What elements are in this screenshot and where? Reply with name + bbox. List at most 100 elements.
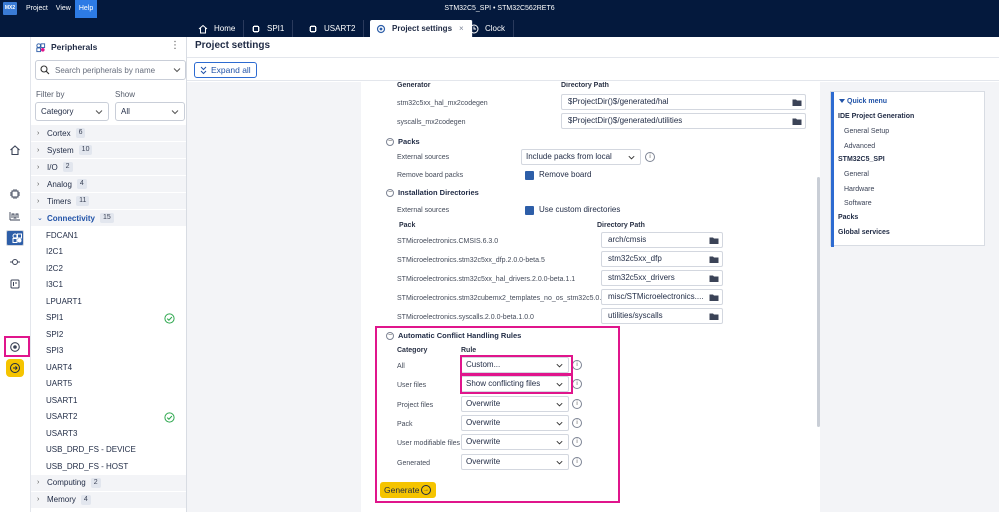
folder-icon[interactable]: [792, 117, 802, 126]
quick-menu-accent: [831, 92, 834, 247]
pack-directory-input[interactable]: arch/cmsis: [601, 232, 723, 248]
peripheral-item-usart2[interactable]: USART2: [31, 409, 186, 426]
folder-icon[interactable]: [709, 293, 719, 302]
category-connectivity[interactable]: ⌄ Connectivity 15: [31, 210, 186, 227]
custom-directories-label: Use custom directories: [539, 205, 621, 214]
settings-icon: [375, 23, 386, 34]
peripheral-item-uart4[interactable]: UART4: [31, 359, 186, 376]
info-icon[interactable]: i: [645, 152, 655, 162]
category-cortex[interactable]: › Cortex 6: [31, 125, 186, 142]
tab-clock[interactable]: Clock: [463, 20, 515, 37]
generate-rail-button[interactable]: [6, 359, 24, 377]
peripheral-item-i2c1[interactable]: I2C1: [31, 244, 186, 261]
quick-menu-packs[interactable]: Packs: [838, 214, 858, 221]
analyzer-rail-button[interactable]: [6, 207, 24, 225]
home-icon: [10, 145, 20, 156]
category-computing[interactable]: › Computing 2: [31, 474, 186, 492]
remove-board-packs-label: Remove board packs: [397, 172, 464, 179]
quick-menu-advanced[interactable]: Advanced: [844, 143, 875, 150]
pack-directory-input[interactable]: misc/STMicroelectronics....: [601, 289, 723, 305]
peripheral-item-i2c2[interactable]: I2C2: [31, 260, 186, 277]
search-input[interactable]: Search peripherals by name: [35, 60, 186, 80]
connector-icon: [10, 259, 20, 265]
quick-menu-hardware[interactable]: Hardware: [844, 186, 874, 193]
pack-directory-input[interactable]: stm32c5xx_drivers: [601, 270, 723, 286]
folder-icon[interactable]: [709, 236, 719, 245]
peripheral-item-usb-device[interactable]: USB_DRD_FS - DEVICE: [31, 442, 186, 459]
quick-menu-ide-project-generation[interactable]: IDE Project Generation: [838, 113, 914, 120]
peripheral-item-usb-host[interactable]: USB_DRD_FS - HOST: [31, 458, 186, 475]
tab-project-settings[interactable]: Project settings ×: [370, 20, 473, 37]
category-analog[interactable]: › Analog 4: [31, 176, 186, 193]
category-timers[interactable]: › Timers 11: [31, 193, 186, 210]
packs-section-header[interactable]: − Packs: [386, 137, 420, 146]
peripheral-item-lpuart1[interactable]: LPUART1: [31, 293, 186, 310]
peripherals-icon: [36, 42, 46, 52]
tab-home[interactable]: Home: [192, 20, 245, 37]
directory-column-header: Directory Path: [597, 222, 645, 229]
generator-directory-header: Directory Path: [561, 82, 609, 89]
peripherals-header: Peripherals ⋮: [31, 37, 186, 57]
peripheral-item-spi2[interactable]: SPI2: [31, 326, 186, 343]
remove-board-label: Remove board: [539, 170, 592, 179]
packs-external-sources-select[interactable]: Include packs from local: [521, 149, 641, 165]
highlight-rule-all: [460, 355, 573, 375]
peripheral-item-i3c1[interactable]: I3C1: [31, 277, 186, 294]
install-dirs-section-header[interactable]: − Installation Directories: [386, 188, 479, 197]
peripheral-item-usart3[interactable]: USART3: [31, 425, 186, 442]
quick-menu-software[interactable]: Software: [844, 200, 872, 207]
chevron-down-icon[interactable]: [839, 99, 845, 103]
quick-menu-stm32c5-spi[interactable]: STM32C5_SPI: [838, 156, 885, 163]
peripheral-item-uart5[interactable]: UART5: [31, 376, 186, 393]
quick-menu-title: Quick menu: [847, 98, 888, 105]
peripheral-item-spi3[interactable]: SPI3: [31, 343, 186, 360]
window-title: STM32C5_SPI • STM32C562RET6: [444, 5, 555, 12]
expand-icon: [200, 66, 207, 74]
title-bar: MX2 Project View Help STM32C5_SPI • STM3…: [0, 0, 999, 18]
tab-usart2[interactable]: USART2: [302, 20, 365, 37]
generator-column-header: Generator: [397, 82, 431, 89]
chevron-down-icon[interactable]: [172, 65, 182, 75]
highlight-conflict-section: [375, 326, 620, 503]
folder-icon[interactable]: [709, 274, 719, 283]
quick-menu-general-setup[interactable]: General Setup: [844, 128, 889, 135]
folder-icon[interactable]: [792, 98, 802, 107]
activity-rail: [0, 37, 31, 512]
custom-directories-checkbox[interactable]: [525, 206, 534, 215]
more-options-icon[interactable]: ⋮: [170, 41, 180, 51]
peripheral-item-fdcan1[interactable]: FDCAN1: [31, 227, 186, 244]
tab-spi1[interactable]: SPI1: [245, 20, 294, 37]
generator-path-input[interactable]: $ProjectDir()$/generated/utilities: [561, 113, 806, 129]
quick-menu-global-services[interactable]: Global services: [838, 229, 890, 236]
board-rail-button[interactable]: [6, 275, 24, 293]
vertical-scrollbar[interactable]: [817, 177, 820, 427]
show-label: Show: [115, 90, 136, 99]
pack-directory-input[interactable]: stm32c5xx_dfp: [601, 251, 723, 267]
remove-board-checkbox[interactable]: [525, 171, 534, 180]
count-badge: 6: [75, 128, 86, 138]
folder-icon[interactable]: [709, 255, 719, 264]
expand-all-button[interactable]: Expand all: [194, 62, 257, 78]
peripheral-item-spi1[interactable]: SPI1: [31, 310, 186, 327]
generate-button[interactable]: Generate →: [380, 482, 436, 498]
chip-icon: [10, 189, 20, 199]
folder-icon[interactable]: [709, 312, 719, 321]
peripheral-item-usart1[interactable]: USART1: [31, 392, 186, 409]
quick-menu-general[interactable]: General: [844, 171, 869, 178]
filter-by-select[interactable]: Category: [35, 102, 109, 121]
pinout-rail-button[interactable]: [6, 185, 24, 203]
settings-content: Generator Directory Path stm32c5xx_hal_m…: [187, 82, 999, 512]
generator-path-input[interactable]: $ProjectDir()$/generated/hal: [561, 94, 806, 110]
pack-name: STMicroelectronics.CMSIS.6.3.0: [397, 238, 499, 245]
category-system[interactable]: › System 10: [31, 142, 186, 159]
show-select[interactable]: All: [115, 102, 185, 121]
middleware-rail-button[interactable]: [6, 253, 24, 271]
home-rail-button[interactable]: [6, 141, 24, 159]
chevron-down-icon: [95, 110, 103, 115]
search-placeholder: Search peripherals by name: [55, 65, 156, 75]
highlight-rail-settings: [4, 336, 30, 357]
pack-directory-input[interactable]: utilities/syscalls: [601, 308, 723, 324]
category-io[interactable]: › I/O 2: [31, 159, 186, 176]
peripherals-rail-button[interactable]: [6, 230, 24, 246]
category-memory[interactable]: › Memory 4: [31, 491, 186, 509]
